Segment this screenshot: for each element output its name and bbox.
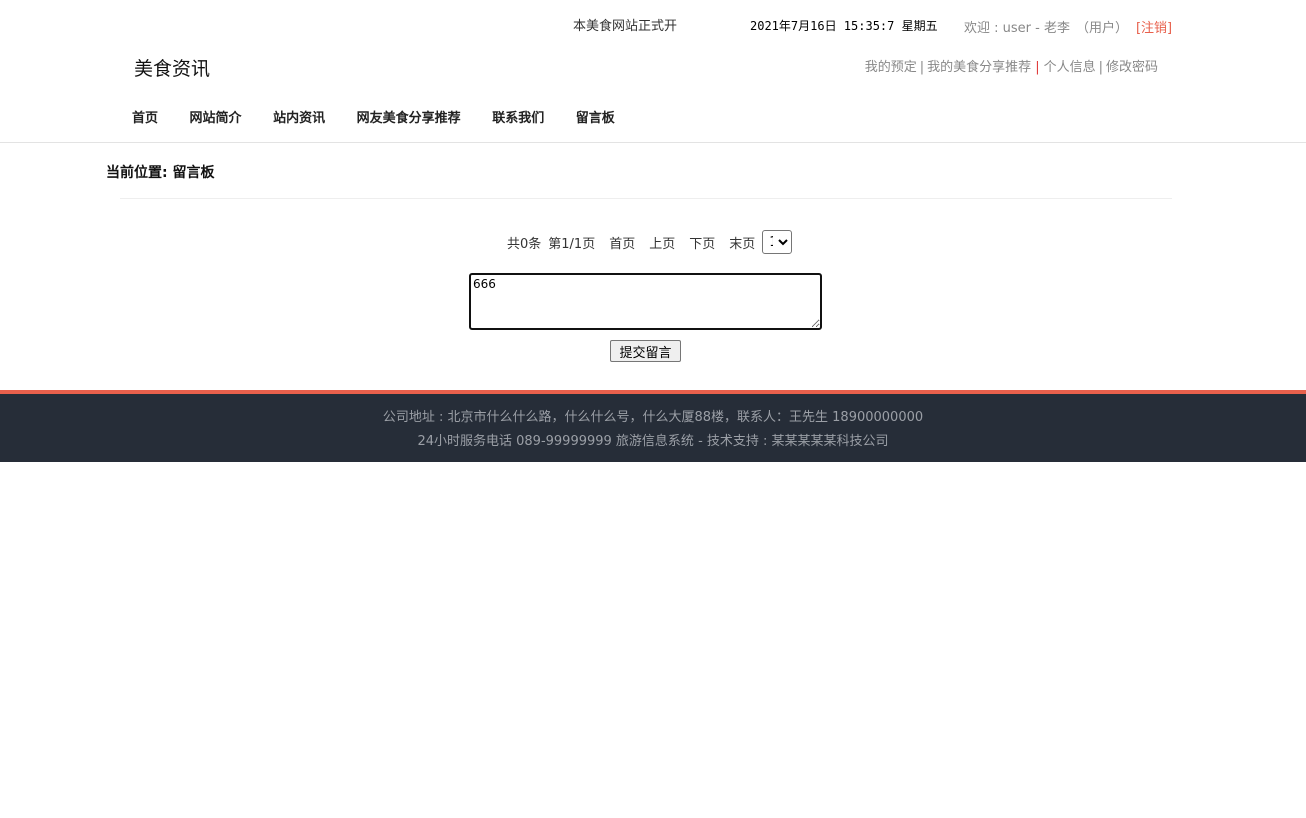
- page-select[interactable]: 1: [762, 230, 793, 254]
- breadcrumb-divider: [120, 198, 1172, 199]
- welcome-area: 欢迎 : user - 老李 （用户） [注销]: [964, 17, 1172, 36]
- breadcrumb: 当前位置: 留言板: [106, 165, 215, 181]
- submit-message-button[interactable]: 提交留言: [610, 340, 681, 362]
- separator: |: [1098, 60, 1103, 75]
- nav-item-home[interactable]: 首页: [132, 111, 158, 126]
- footer-address: 公司地址 : 北京市什么什么路，什么什么号，什么大厦88楼，联系人：王先生 18…: [382, 410, 924, 425]
- nav-item-contact[interactable]: 联系我们: [492, 111, 544, 126]
- site-title[interactable]: 美食资讯: [134, 54, 210, 81]
- pager-total: 共0条: [507, 236, 542, 252]
- pager-prev-link[interactable]: 上页: [649, 233, 675, 252]
- pager-page-info: 第1/1页: [548, 236, 596, 252]
- footer: 公司地址 : 北京市什么什么路，什么什么号，什么大厦88楼，联系人：王先生 18…: [0, 390, 1306, 462]
- pager-next-link[interactable]: 下页: [689, 233, 715, 252]
- datetime-display: 2021年7月16日 15:35:7 星期五: [750, 19, 938, 33]
- nav-item-guestbook[interactable]: 留言板: [576, 111, 615, 126]
- change-password-link[interactable]: 修改密码: [1106, 60, 1158, 75]
- user-role: （用户）: [1075, 21, 1128, 36]
- pager-first-link[interactable]: 首页: [609, 233, 635, 252]
- nav-item-about[interactable]: 网站简介: [190, 111, 242, 126]
- welcome-text: 欢迎 : user - 老李: [964, 21, 1070, 36]
- separator: |: [1035, 60, 1040, 75]
- my-booking-link[interactable]: 我的预定: [865, 60, 917, 75]
- separator: |: [919, 60, 925, 75]
- profile-link[interactable]: 个人信息: [1044, 60, 1096, 75]
- nav-item-news[interactable]: 站内资讯: [273, 111, 325, 126]
- message-textarea[interactable]: 666: [469, 273, 822, 330]
- footer-contact: 24小时服务电话 089-99999999 旅游信息系统 - 技术支持 : 某某…: [417, 434, 889, 449]
- announcement-marquee: 本美食网站正式开: [573, 19, 678, 34]
- header-divider: [0, 142, 1306, 143]
- pagination: 共0条 第1/1页 首页 上页 下页 末页 1: [507, 230, 793, 254]
- nav-item-food-share[interactable]: 网友美食分享推荐: [357, 111, 461, 126]
- my-food-share-link[interactable]: 我的美食分享推荐: [927, 60, 1031, 75]
- logout-link[interactable]: [注销]: [1136, 21, 1172, 36]
- user-links: 我的预定 | 我的美食分享推荐 | 个人信息 | 修改密码: [865, 56, 1158, 75]
- pager-last-link[interactable]: 末页: [729, 233, 755, 252]
- main-nav: 首页 网站简介 站内资讯 网友美食分享推荐 联系我们 留言板: [132, 107, 642, 126]
